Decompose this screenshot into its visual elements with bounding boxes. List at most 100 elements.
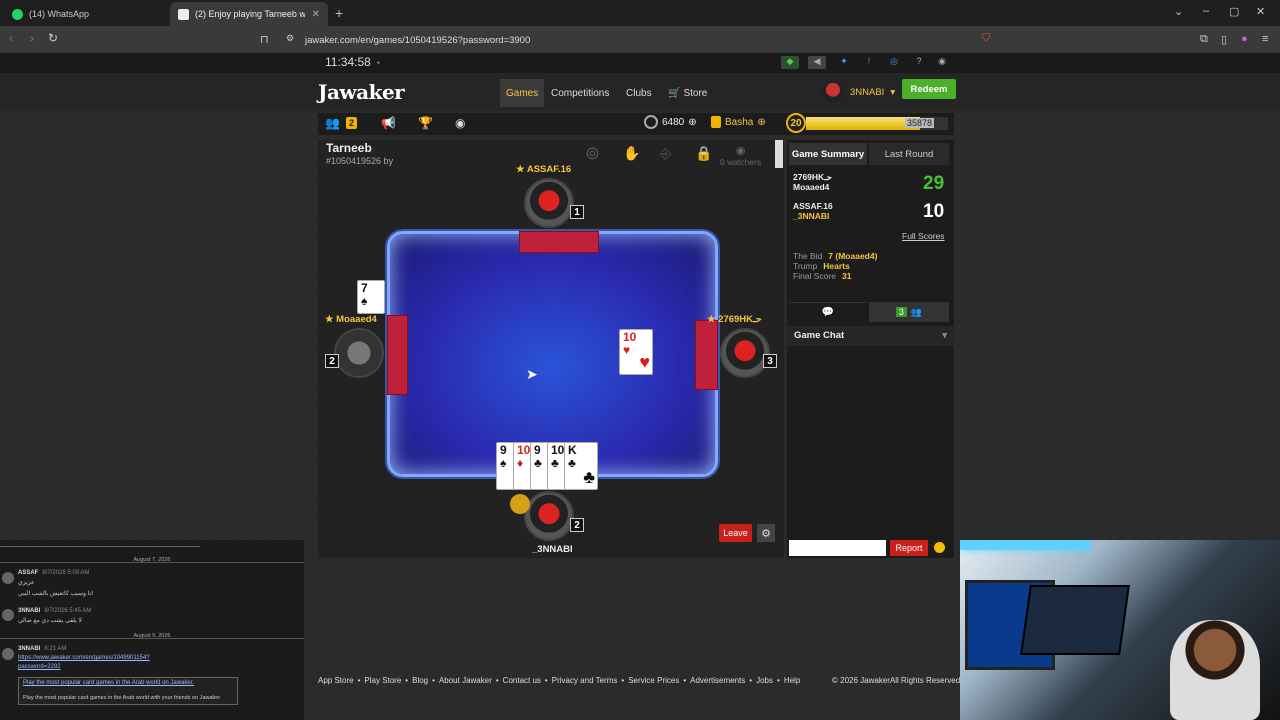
date-divider: August 7, 2026 <box>133 557 171 563</box>
online-tab[interactable]: 3 👥 <box>869 302 949 322</box>
browser-tab-jawaker[interactable]: (2) Enjoy playing Tarneeb wit ✕ <box>170 2 328 26</box>
full-scores-link[interactable]: Full Scores <box>902 231 945 241</box>
twitter-icon[interactable]: ✦ <box>835 56 853 69</box>
led-strip <box>960 540 1090 550</box>
message-link[interactable]: https://www.jawaker.com/en/games/1049901… <box>18 655 150 661</box>
game-chat-header[interactable]: Game Chat ▾ <box>787 326 954 346</box>
player-bottom-avatar[interactable] <box>524 491 574 541</box>
minimize-icon[interactable]: – <box>1203 5 1209 17</box>
close-window-icon[interactable]: ✕ <box>1256 5 1265 18</box>
card-rank: 10 <box>551 443 565 457</box>
bookmark-icon[interactable]: ⊓ <box>260 33 269 46</box>
tab-list-icon[interactable]: ⌄ <box>1174 5 1183 18</box>
help-icon[interactable]: ? <box>910 56 928 69</box>
sound-icon[interactable]: ◀ <box>808 56 826 69</box>
feed-icon[interactable]: ◉ <box>455 116 465 130</box>
nav-competitions[interactable]: Competitions <box>545 79 615 107</box>
skip-icon[interactable]: ⊚ <box>585 143 600 164</box>
lock-icon[interactable]: 🔒 <box>695 145 712 162</box>
reload-icon[interactable]: ↻ <box>48 31 58 45</box>
new-tab-button[interactable]: + <box>335 5 343 21</box>
brave-shield-icon[interactable]: ⛉ <box>982 32 990 45</box>
friends-icon[interactable]: 👥 <box>325 116 340 130</box>
nav-label: Competitions <box>551 87 610 99</box>
link-preview-card[interactable]: Play the most popular card games in the … <box>18 677 238 705</box>
instagram-icon[interactable]: ◎ <box>885 56 903 69</box>
nav-clubs[interactable]: Clubs <box>620 79 658 107</box>
nav-store[interactable]: 🛒 Store <box>662 79 713 107</box>
tab-game-summary[interactable]: Game Summary <box>789 143 867 165</box>
browser-tab-whatsapp[interactable]: (14) WhatsApp <box>4 2 169 26</box>
coin-icon <box>644 115 658 129</box>
gear-icon[interactable]: ⚙ <box>757 524 775 542</box>
url-text[interactable]: jawaker.com/en/games/1050419526?password… <box>305 35 530 46</box>
username: 3NNABI <box>850 86 885 98</box>
profile-icon[interactable]: ● <box>1241 33 1248 45</box>
trophy-icon[interactable]: 🏆 <box>418 116 433 130</box>
webcam-laptop <box>1020 585 1130 655</box>
footer-link[interactable]: Service Prices <box>628 676 679 685</box>
name-text: Moaaed4 <box>336 314 377 325</box>
chat-tab[interactable]: 💬 <box>789 302 867 322</box>
player-right-name[interactable]: ★ 2769HKحـ <box>707 314 762 325</box>
player-left-avatar[interactable] <box>334 328 384 378</box>
xp-fill <box>806 117 920 130</box>
leave-button[interactable]: Leave <box>719 524 752 542</box>
basha-display[interactable]: Basha ⊕ <box>711 116 766 128</box>
coins-display[interactable]: 6480 ⊕ <box>644 115 697 129</box>
sidebar-icon[interactable]: ▯ <box>1221 33 1227 46</box>
hand-card[interactable]: K ♣ ♣ <box>564 442 598 490</box>
jawaker-logo[interactable]: Jawaker <box>318 80 405 104</box>
maximize-icon[interactable]: ▢ <box>1229 5 1239 18</box>
user-menu[interactable]: 3NNABI ▾ <box>822 81 895 103</box>
whatsapp-icon <box>12 8 23 20</box>
player-top-avatar[interactable] <box>524 178 574 228</box>
close-tab-icon[interactable]: ✕ <box>312 9 320 20</box>
language-icon[interactable]: ◉ <box>933 56 951 69</box>
player-left-name[interactable]: ★ Moaaed4 <box>325 314 377 325</box>
player-top-name[interactable]: ★ ASSAF.16 <box>516 164 571 175</box>
footer-link[interactable]: Contact us <box>503 676 541 685</box>
nav-label: Games <box>506 87 539 99</box>
extensions-icon[interactable]: ⧉ <box>1200 33 1208 46</box>
facebook-icon[interactable]: f <box>860 56 878 69</box>
footer-link[interactable]: Play Store <box>364 676 401 685</box>
eye-icon: ◉ <box>735 145 746 157</box>
footer-link[interactable]: About Jawaker <box>439 676 492 685</box>
footer-link[interactable]: Privacy and Terms <box>552 676 618 685</box>
footer-link[interactable]: App Store <box>318 676 354 685</box>
watchers[interactable]: ◉ 0 watchers <box>720 144 761 167</box>
back-icon[interactable]: ‹ <box>9 31 13 45</box>
footer-link[interactable]: Jobs <box>756 676 773 685</box>
footer-link[interactable]: Advertisements <box>690 676 745 685</box>
add-coins-icon[interactable]: ⊕ <box>688 117 696 128</box>
level-badge: 20 <box>786 113 806 133</box>
report-button[interactable]: Report <box>890 540 928 556</box>
chat-input[interactable] <box>789 540 886 556</box>
redeem-button[interactable]: Redeem <box>902 79 956 99</box>
player-right-avatar[interactable] <box>720 328 770 378</box>
menu-icon[interactable]: ≡ <box>1262 33 1268 45</box>
card-suit-big: ♥ <box>639 352 650 373</box>
tab-last-round[interactable]: Last Round <box>869 143 949 165</box>
add-basha-icon[interactable]: ⊕ <box>757 117 765 128</box>
forward-icon[interactable]: › <box>30 31 34 45</box>
emoji-icon[interactable] <box>934 542 945 553</box>
star-icon: ★ <box>325 314 334 325</box>
card-rank: 9 <box>500 443 507 457</box>
exit-seat-icon[interactable]: ⎆ <box>660 145 671 162</box>
footer-link[interactable]: Help <box>784 676 800 685</box>
copyright: © 2026 JawakerAll Rights Reserved. <box>832 676 963 685</box>
footer-link[interactable]: Blog <box>412 676 428 685</box>
game-id: #1050419526 by <box>326 156 394 166</box>
dealer-coin-icon <box>510 494 530 514</box>
kick-icon[interactable]: ✋ <box>623 145 640 162</box>
bid-row: The Bid 7 (Moaaed4) <box>793 251 877 261</box>
chat-title: Game Chat <box>794 330 845 341</box>
nav-games[interactable]: Games <box>500 79 545 107</box>
site-info-icon[interactable]: ⚙ <box>286 33 294 44</box>
scrollbar[interactable] <box>775 140 783 168</box>
android-icon[interactable]: ◆ <box>781 56 799 69</box>
announcements-icon[interactable]: 📢 <box>381 116 396 130</box>
message-link[interactable]: password=2292 <box>18 664 61 670</box>
